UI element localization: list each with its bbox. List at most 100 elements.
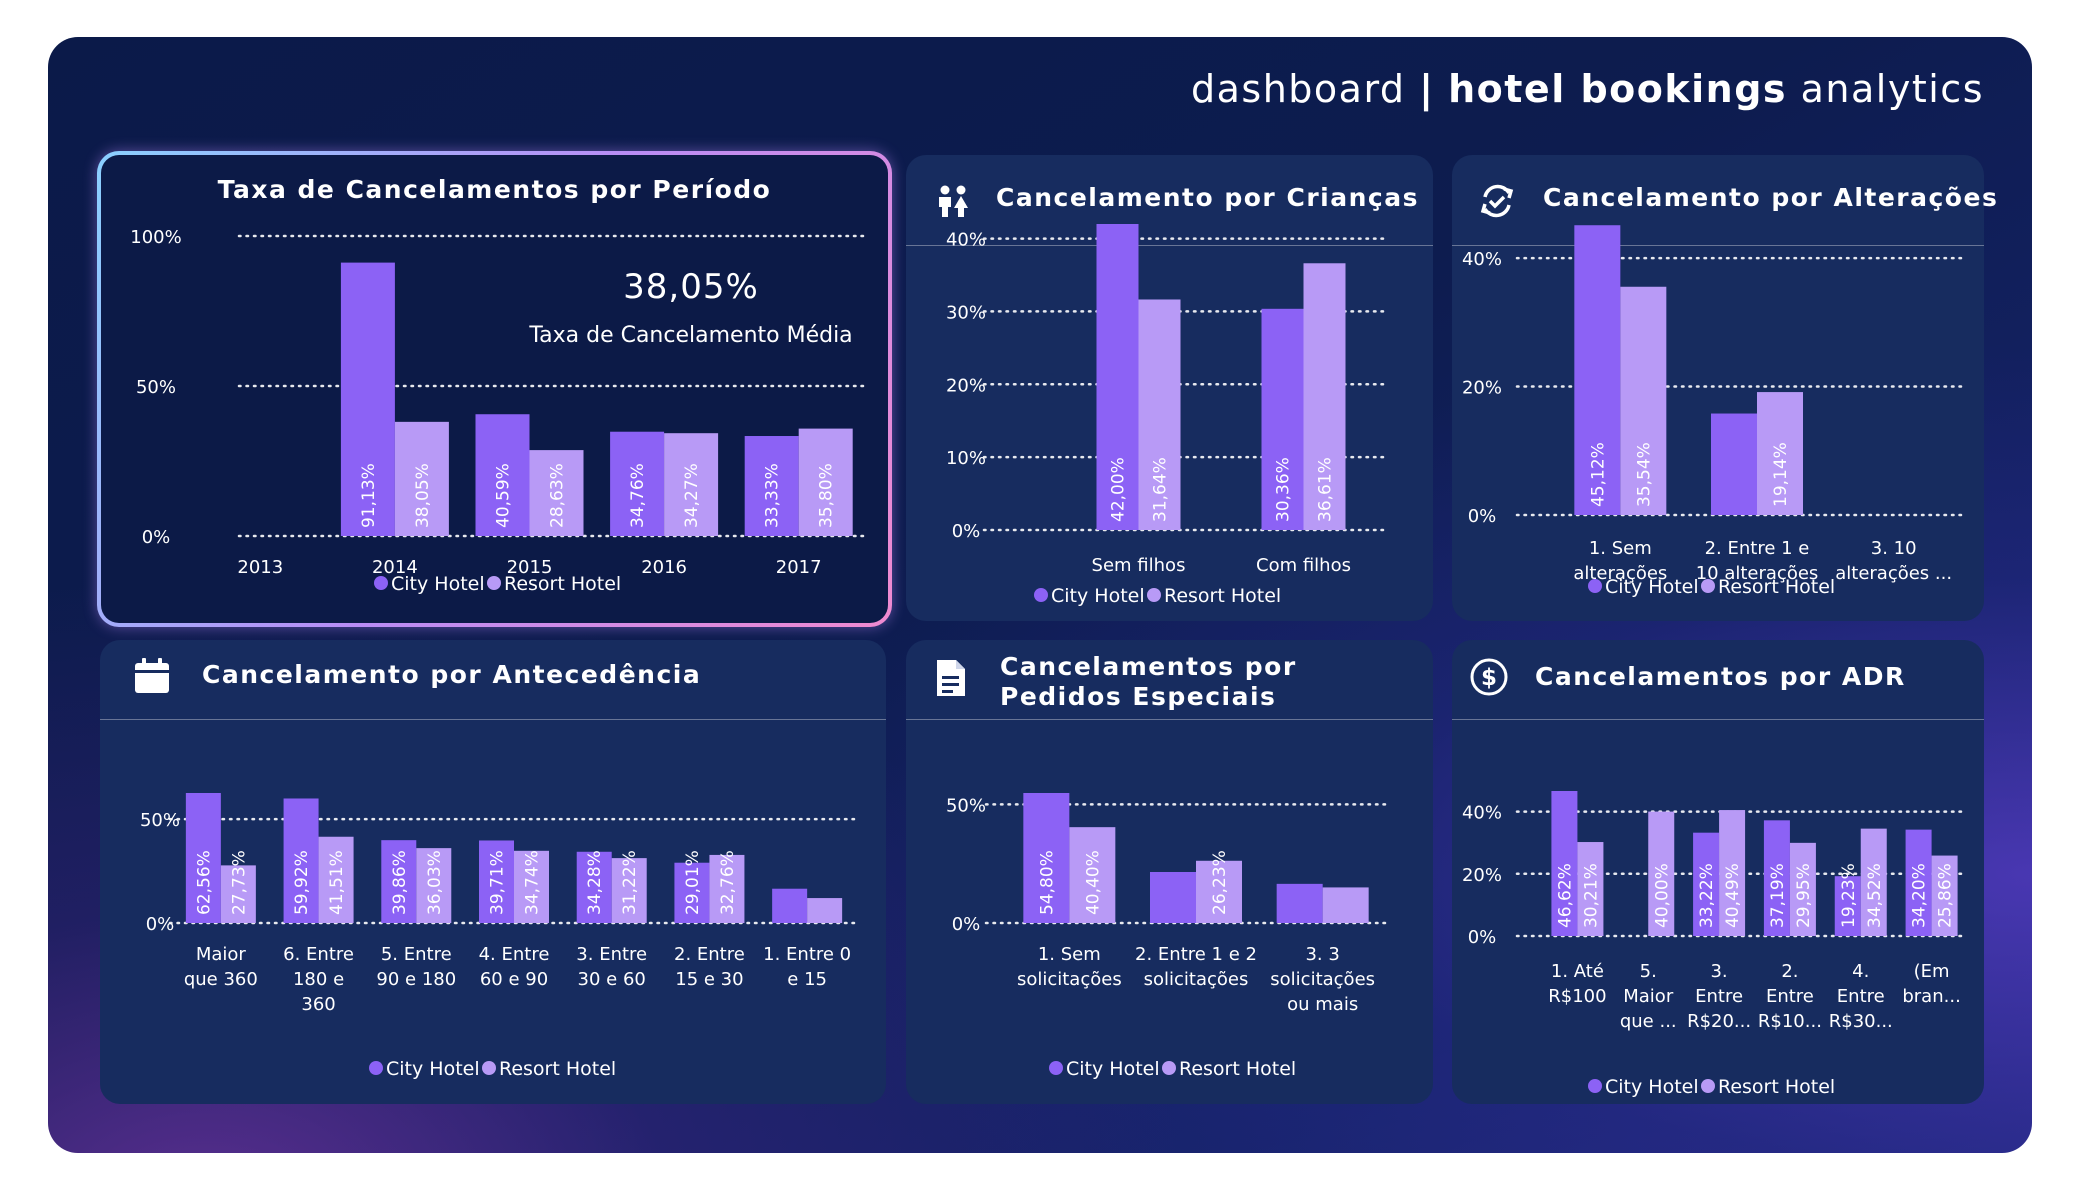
category-label: 15 e 30 xyxy=(675,969,743,990)
category-label: 1. Sem xyxy=(1038,944,1101,965)
y-tick-label: 0% xyxy=(1468,506,1497,527)
category-label: 5. xyxy=(1640,961,1657,982)
category-label: 180 e xyxy=(293,969,344,990)
y-tick-label: 50% xyxy=(140,810,180,831)
data-label: 33,33% xyxy=(763,463,783,528)
y-tick-label: 30% xyxy=(946,302,986,323)
data-label: 39,71% xyxy=(488,850,508,915)
legend-label-resort: Resort Hotel xyxy=(504,573,621,595)
category-label: que 360 xyxy=(184,969,258,990)
y-tick-label: 50% xyxy=(946,795,986,816)
legend-label-city: City Hotel xyxy=(1051,585,1145,607)
category-label: Maior xyxy=(1623,986,1674,1007)
category-label: Entre xyxy=(1695,986,1743,1007)
category-label: 6. Entre xyxy=(283,944,354,965)
data-label: 37,19% xyxy=(1768,863,1788,928)
data-label: 19,23% xyxy=(1839,863,1859,928)
data-label: 32,76% xyxy=(718,850,738,915)
data-label: 59,92% xyxy=(292,850,312,915)
legend-marker-resort xyxy=(1701,1079,1715,1093)
y-tick-label: 20% xyxy=(1462,378,1502,399)
title-separator: | xyxy=(1419,67,1435,111)
card-cancelamento-criancas[interactable]: Cancelamento por Crianças 0% 10% 20% 30% 40%… xyxy=(906,155,1433,621)
category-label: ou mais xyxy=(1287,994,1358,1015)
bar-city-hotel xyxy=(1150,871,1196,923)
legend: City Hotel Resort Hotel xyxy=(1049,1058,1296,1080)
legend-marker-resort xyxy=(487,576,501,590)
data-label: 28,63% xyxy=(548,463,568,528)
category-label: 2013 xyxy=(237,557,283,578)
legend-marker-resort xyxy=(482,1061,496,1075)
data-label: 40,00% xyxy=(1652,863,1672,928)
category-label: R$10... xyxy=(1758,1011,1822,1032)
legend-marker-resort xyxy=(1162,1061,1176,1075)
data-label: 35,54% xyxy=(1634,442,1654,507)
y-tick-label: 40% xyxy=(946,230,986,251)
category-label: 2. Entre xyxy=(674,944,745,965)
data-label: 39,86% xyxy=(390,850,410,915)
data-label: 34,74% xyxy=(523,850,543,915)
legend-label-resort: Resort Hotel xyxy=(1179,1058,1296,1080)
data-label: 42,00% xyxy=(1109,457,1129,522)
category-label: alterações ... xyxy=(1835,563,1952,584)
y-tick-label: 20% xyxy=(946,375,986,396)
data-label: 26,23% xyxy=(1210,850,1230,915)
legend: City Hotel Resort Hotel xyxy=(1588,1076,1835,1098)
category-label: 2. Entre 1 e 2 xyxy=(1135,944,1257,965)
legend-marker-resort xyxy=(1147,588,1161,602)
data-label: 40,59% xyxy=(494,463,514,528)
chart-antecedencia: 0% 50% 62,56% 27,73% Maior que 360 59,92% 41,51… xyxy=(140,793,858,1080)
category-label: 4. Entre xyxy=(479,944,550,965)
data-label: 31,22% xyxy=(620,850,640,915)
category-label: solicitações xyxy=(1017,969,1122,990)
data-label: 36,61% xyxy=(1316,457,1336,522)
data-label: 31,64% xyxy=(1151,457,1171,522)
legend-marker-resort xyxy=(1701,579,1715,593)
data-label: 91,13% xyxy=(359,463,379,528)
dashboard-title: dashboard | hotel bookings analytics xyxy=(1191,67,1984,111)
data-label: 34,28% xyxy=(585,850,605,915)
category-label: 3. Entre xyxy=(576,944,647,965)
category-label: Sem filhos xyxy=(1092,555,1186,576)
data-label: 33,22% xyxy=(1697,863,1717,928)
data-label: 29,01% xyxy=(683,850,703,915)
bar-resort-hotel xyxy=(1322,887,1369,923)
y-tick-label: 0% xyxy=(142,527,171,548)
data-label: 36,03% xyxy=(425,850,445,915)
data-label: 40,49% xyxy=(1723,863,1743,928)
data-label: 25,86% xyxy=(1936,863,1956,928)
category-label: 1. Sem xyxy=(1589,538,1652,559)
category-label: 3. 10 xyxy=(1871,538,1917,559)
legend-label-city: City Hotel xyxy=(386,1058,480,1080)
category-label: 90 e 180 xyxy=(376,969,456,990)
legend-marker-city xyxy=(1034,588,1048,602)
y-tick-label: 50% xyxy=(136,377,176,398)
category-label: que ... xyxy=(1620,1011,1677,1032)
card-cancelamento-pedidos[interactable]: Cancelamentos por Pedidos Especiais 0% 50… xyxy=(906,640,1433,1104)
legend-marker-city xyxy=(374,576,388,590)
card-cancelamento-adr[interactable]: $ Cancelamentos por ADR 0% 20% 40% 46,62% 30… xyxy=(1452,640,1984,1104)
data-label: 46,62% xyxy=(1555,863,1575,928)
chart-adr: 0% 20% 40% 46,62% 30,21% 1. Até R$100 40,00% 5. M… xyxy=(1462,791,1969,1098)
category-label: 2016 xyxy=(641,557,687,578)
data-label: 27,73% xyxy=(229,850,249,915)
chart-periodo: 0%50%100%201391,13% 38,05%201440,59% 28,63… xyxy=(130,227,868,595)
legend-label-resort: Resort Hotel xyxy=(1718,1076,1835,1098)
data-label: 30,21% xyxy=(1581,863,1601,928)
legend: City Hotel Resort Hotel xyxy=(374,573,621,595)
category-label: 3. xyxy=(1710,961,1727,982)
card-cancelamento-antecedencia[interactable]: Cancelamento por Antecedência 0% 50% 62,56… xyxy=(100,640,886,1104)
category-label: 5. Entre xyxy=(381,944,452,965)
category-label: (Em xyxy=(1914,961,1950,982)
y-tick-label: 0% xyxy=(952,914,981,935)
category-label: 30 e 60 xyxy=(578,969,646,990)
data-label: 40,40% xyxy=(1083,850,1103,915)
card-cancelamento-alteracoes[interactable]: Cancelamento por Alterações 0% 20% 40% 45,1… xyxy=(1452,155,1997,621)
category-label: 4. xyxy=(1852,961,1869,982)
data-label: 34,52% xyxy=(1865,863,1885,928)
data-label: 34,76% xyxy=(628,463,648,528)
y-tick-label: 0% xyxy=(952,521,981,542)
title-suffix: analytics xyxy=(1800,67,1984,111)
category-label: R$30... xyxy=(1829,1011,1893,1032)
card-cancelamentos-periodo[interactable]: Taxa de Cancelamentos por Período 38,05%… xyxy=(97,151,892,627)
